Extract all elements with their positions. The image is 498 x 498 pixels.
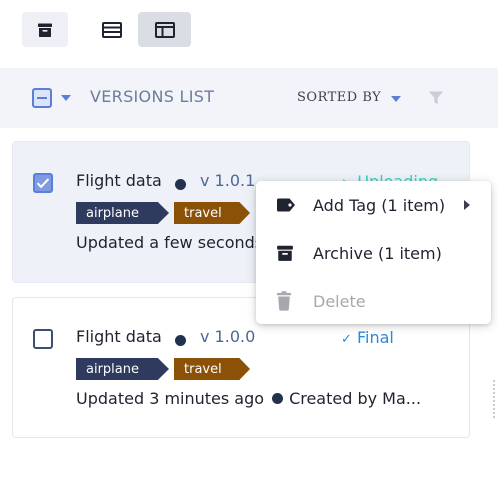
sorted-by-button[interactable]: SORTED BY <box>297 90 381 105</box>
tag-icon <box>277 198 295 212</box>
sort-chevron-down-icon[interactable] <box>391 96 401 102</box>
version-number: v 1.0.0 <box>200 327 256 346</box>
tag-chip[interactable]: travel <box>174 358 250 380</box>
menu-item-label: Delete <box>313 291 366 311</box>
select-all-checkbox[interactable] <box>32 88 52 108</box>
filter-icon[interactable] <box>428 90 444 106</box>
list-title: VERSIONS LIST <box>90 87 215 106</box>
select-options-chevron-down-icon[interactable] <box>61 95 71 101</box>
dataset-name: Flight data <box>76 327 162 346</box>
separator-dot <box>272 393 284 404</box>
created-by: Created by Ma... <box>289 389 422 408</box>
menu-item-delete: Delete <box>256 277 491 325</box>
tag-chip[interactable]: airplane <box>76 358 169 380</box>
list-view-icon <box>102 21 122 38</box>
row-checkbox[interactable] <box>33 329 53 349</box>
updated-time: Updated 3 minutes ago <box>76 389 265 408</box>
trash-icon <box>277 291 291 311</box>
details-view-button[interactable] <box>138 12 191 47</box>
menu-item-archive[interactable]: Archive (1 item) <box>256 229 491 277</box>
updated-text: Updated a few seconds ago <box>76 233 257 252</box>
menu-item-add-tag[interactable]: Add Tag (1 item) <box>256 181 491 229</box>
scrollbar-handle[interactable] <box>491 378 498 418</box>
menu-item-label: Add Tag (1 item) <box>313 195 446 215</box>
details-view-icon <box>154 21 175 38</box>
top-toolbar <box>0 0 498 68</box>
archive-icon <box>38 23 52 37</box>
check-icon: ✓ <box>341 332 352 347</box>
menu-item-label: Archive (1 item) <box>313 243 442 263</box>
context-menu: Add Tag (1 item) Archive (1 item) Delete <box>256 181 491 324</box>
archive-toggle-button[interactable] <box>22 12 68 47</box>
status-label: ✓ Final <box>341 328 394 347</box>
list-view-button[interactable] <box>88 12 136 47</box>
chevron-right-icon <box>464 200 470 210</box>
separator-dot <box>175 335 186 346</box>
archive-icon <box>277 245 293 261</box>
updated-text: Updated 3 minutes ago Created by Ma... <box>76 389 421 408</box>
versions-list-header: VERSIONS LIST SORTED BY <box>0 68 498 128</box>
